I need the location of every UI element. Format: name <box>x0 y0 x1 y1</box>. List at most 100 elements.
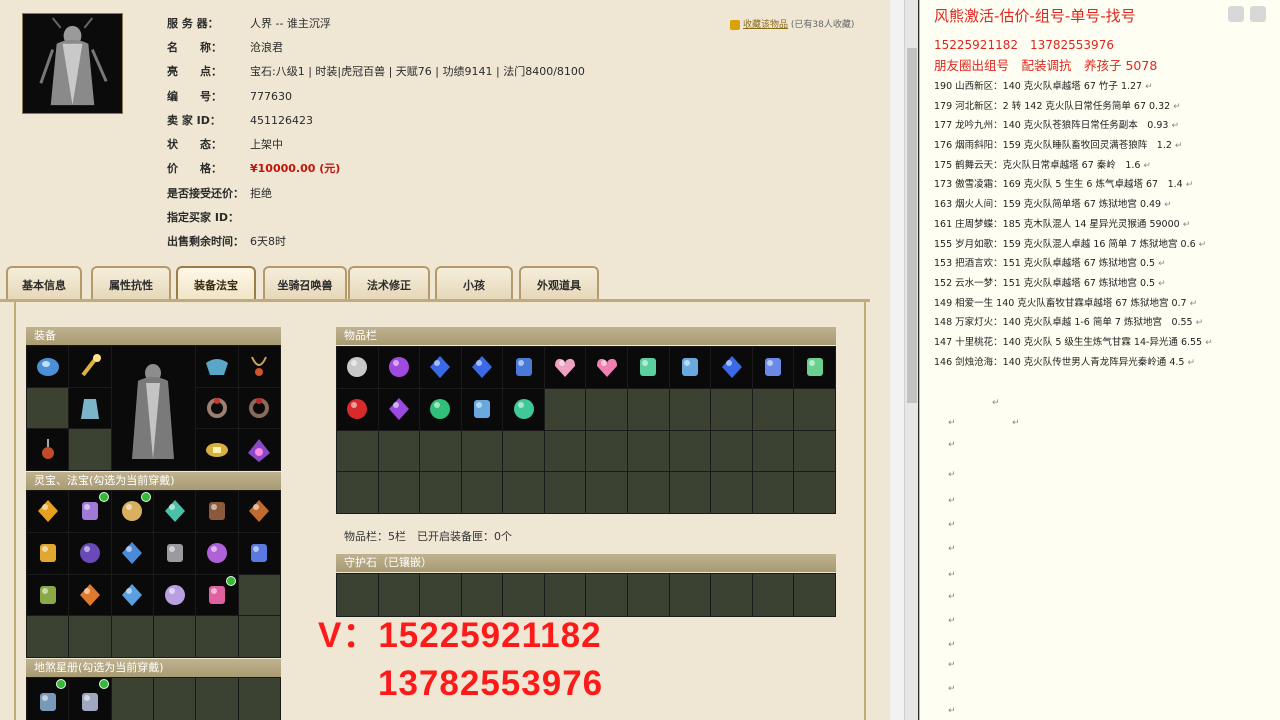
window-icon[interactable] <box>1250 6 1266 22</box>
starbook-slot[interactable] <box>111 678 153 720</box>
equip-slot[interactable] <box>69 429 111 470</box>
chat-icon[interactable] <box>1228 6 1244 22</box>
lingbao-slot[interactable] <box>69 491 111 532</box>
inventory-slot[interactable] <box>628 430 669 472</box>
equip-slot[interactable] <box>196 346 238 387</box>
lingbao-slot[interactable] <box>111 491 153 532</box>
inventory-slot[interactable] <box>669 347 711 388</box>
inventory-slot[interactable] <box>337 472 378 513</box>
inventory-slot[interactable] <box>378 388 420 430</box>
starbook-slot[interactable] <box>27 678 69 720</box>
lingbao-slot[interactable] <box>111 574 153 616</box>
inventory-slot[interactable] <box>420 388 461 430</box>
inventory-slot[interactable] <box>337 430 378 472</box>
lingbao-slot[interactable] <box>238 532 280 574</box>
inventory-slot[interactable] <box>586 347 628 388</box>
starbook-slot[interactable] <box>196 678 238 720</box>
favorite-link[interactable]: 收藏该物品 <box>743 20 788 30</box>
inventory-slot[interactable] <box>628 388 669 430</box>
guard-slot[interactable] <box>669 574 711 616</box>
inventory-slot[interactable] <box>752 388 794 430</box>
lingbao-slot[interactable] <box>27 574 69 616</box>
tab-appearance[interactable]: 外观道具 <box>519 266 599 302</box>
inventory-slot[interactable] <box>337 347 378 388</box>
tab-equipment[interactable]: 装备法宝 <box>176 266 256 302</box>
tab-basic-info[interactable]: 基本信息 <box>6 266 82 302</box>
lingbao-slot[interactable] <box>196 532 238 574</box>
inventory-slot[interactable] <box>794 472 835 513</box>
inventory-slot[interactable] <box>752 347 794 388</box>
lingbao-slot[interactable] <box>69 616 111 657</box>
equip-slot[interactable] <box>238 387 280 429</box>
lingbao-slot[interactable] <box>153 574 196 616</box>
equip-slot[interactable] <box>69 387 111 429</box>
guard-slot[interactable] <box>628 574 669 616</box>
equip-slot[interactable] <box>69 346 111 387</box>
lingbao-slot[interactable] <box>27 491 69 532</box>
inventory-slot[interactable] <box>586 430 628 472</box>
inventory-slot[interactable] <box>794 347 835 388</box>
inventory-slot[interactable] <box>378 347 420 388</box>
lingbao-slot[interactable] <box>238 616 280 657</box>
inventory-slot[interactable] <box>378 472 420 513</box>
lingbao-slot[interactable] <box>111 532 153 574</box>
lingbao-slot[interactable] <box>153 532 196 574</box>
tab-mounts-pets[interactable]: 坐骑召唤兽 <box>263 266 347 302</box>
equip-slot[interactable] <box>27 387 69 429</box>
equip-slot[interactable] <box>27 429 69 470</box>
inventory-slot[interactable] <box>711 347 752 388</box>
guard-slot[interactable] <box>794 574 835 616</box>
tab-spell-correction[interactable]: 法术修正 <box>348 266 430 302</box>
inventory-slot[interactable] <box>752 430 794 472</box>
equip-slot[interactable] <box>27 346 69 387</box>
inventory-slot[interactable] <box>503 430 544 472</box>
vertical-scrollbar[interactable] <box>904 0 918 720</box>
inventory-slot[interactable] <box>586 472 628 513</box>
inventory-slot[interactable] <box>711 388 752 430</box>
lingbao-slot[interactable] <box>69 574 111 616</box>
equip-slot[interactable] <box>196 387 238 429</box>
lingbao-slot[interactable] <box>238 491 280 532</box>
starbook-slot[interactable] <box>238 678 280 720</box>
inventory-slot[interactable] <box>628 347 669 388</box>
lingbao-slot[interactable] <box>153 491 196 532</box>
inventory-slot[interactable] <box>752 472 794 513</box>
inventory-slot[interactable] <box>420 472 461 513</box>
equip-slot[interactable] <box>238 429 280 470</box>
lingbao-slot[interactable] <box>196 491 238 532</box>
inventory-slot[interactable] <box>461 347 503 388</box>
inventory-slot[interactable] <box>711 472 752 513</box>
inventory-slot[interactable] <box>628 472 669 513</box>
lingbao-slot[interactable] <box>196 574 238 616</box>
lingbao-slot[interactable] <box>69 532 111 574</box>
inventory-slot[interactable] <box>420 347 461 388</box>
inventory-slot[interactable] <box>544 430 586 472</box>
lingbao-slot[interactable] <box>27 616 69 657</box>
scrollbar-thumb[interactable] <box>907 48 917 403</box>
inventory-slot[interactable] <box>420 430 461 472</box>
inventory-slot[interactable] <box>669 430 711 472</box>
inventory-slot[interactable] <box>669 388 711 430</box>
inventory-slot[interactable] <box>544 472 586 513</box>
lingbao-slot[interactable] <box>111 616 153 657</box>
lingbao-slot[interactable] <box>238 574 280 616</box>
equip-slot[interactable] <box>196 429 238 470</box>
lingbao-slot[interactable] <box>153 616 196 657</box>
tab-children[interactable]: 小孩 <box>435 266 513 302</box>
equip-slot[interactable] <box>238 346 280 387</box>
tab-attributes[interactable]: 属性抗性 <box>91 266 171 302</box>
inventory-slot[interactable] <box>378 430 420 472</box>
starbook-slot[interactable] <box>153 678 196 720</box>
lingbao-slot[interactable] <box>27 532 69 574</box>
inventory-slot[interactable] <box>461 472 503 513</box>
inventory-slot[interactable] <box>503 472 544 513</box>
inventory-slot[interactable] <box>794 388 835 430</box>
inventory-slot[interactable] <box>544 388 586 430</box>
inventory-slot[interactable] <box>503 347 544 388</box>
inventory-slot[interactable] <box>711 430 752 472</box>
inventory-slot[interactable] <box>503 388 544 430</box>
lingbao-slot[interactable] <box>196 616 238 657</box>
inventory-slot[interactable] <box>669 472 711 513</box>
starbook-slot[interactable] <box>69 678 111 720</box>
inventory-slot[interactable] <box>794 430 835 472</box>
